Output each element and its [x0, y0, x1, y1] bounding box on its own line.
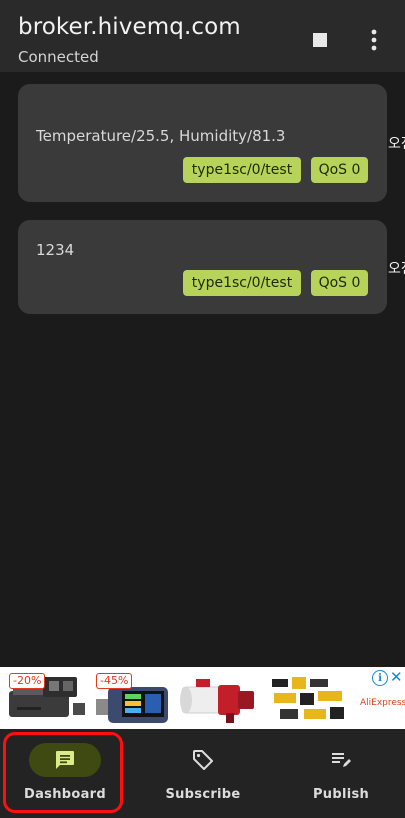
message-payload: 1234 — [36, 241, 75, 259]
message-card[interactable]: 1234 type1sc/0/test QoS 0 — [18, 220, 387, 314]
nav-item-publish[interactable]: Publish — [300, 729, 382, 818]
stop-button[interactable] — [306, 26, 334, 54]
message-list[interactable]: Temperature/25.5, Humidity/81.3 type1sc/… — [0, 72, 405, 667]
more-options-button[interactable] — [362, 24, 386, 56]
telescope-image — [180, 679, 254, 723]
topic-chip[interactable]: type1sc/0/test — [183, 157, 301, 183]
discount-badge: -20% — [9, 673, 46, 689]
ad-product-image[interactable] — [178, 669, 262, 726]
tool-kit-image — [272, 677, 344, 719]
discount-badge: -45% — [96, 673, 133, 689]
nav-icon-container — [167, 743, 239, 777]
message-time: 오전 — [388, 136, 405, 152]
topic-chip[interactable]: type1sc/0/test — [183, 270, 301, 296]
qos-chip[interactable]: QoS 0 — [311, 270, 368, 296]
qos-chip[interactable]: QoS 0 — [311, 157, 368, 183]
ad-banner[interactable]: -20% -45% AliExpress i ✕ — [0, 667, 405, 729]
ad-product-image[interactable]: -20% — [3, 669, 87, 726]
ad-info-icon[interactable]: i — [372, 670, 388, 686]
connection-status: Connected — [18, 48, 99, 66]
nav-label-subscribe: Subscribe — [165, 787, 241, 802]
highlight-box — [3, 732, 123, 813]
nav-icon-container — [305, 743, 377, 777]
message-payload: Temperature/25.5, Humidity/81.3 — [36, 127, 286, 145]
tag-icon — [193, 750, 213, 770]
message-time: 오전 — [388, 261, 405, 277]
stop-icon — [313, 33, 327, 47]
nav-item-subscribe[interactable]: Subscribe — [162, 729, 244, 818]
ad-brand-logo: AliExpress — [360, 698, 405, 708]
ad-close-icon[interactable]: ✕ — [390, 668, 403, 686]
more-vert-icon — [371, 29, 377, 51]
ad-product-image[interactable]: -45% — [90, 669, 174, 726]
publish-edit-icon — [332, 753, 351, 767]
app-bar: broker.hivemq.com Connected — [0, 0, 405, 72]
broker-title: broker.hivemq.com — [18, 14, 241, 40]
ad-product-image[interactable] — [266, 669, 350, 726]
message-card[interactable]: Temperature/25.5, Humidity/81.3 type1sc/… — [18, 84, 387, 202]
nav-label-publish: Publish — [312, 787, 370, 802]
